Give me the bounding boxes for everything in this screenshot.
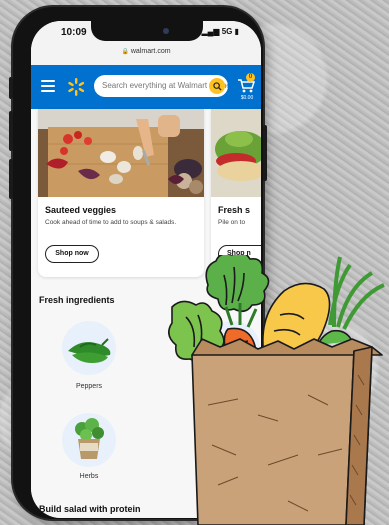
search-bar[interactable]: Search everything at Walmart online and …: [94, 75, 228, 97]
card-title: Sauteed veggies: [45, 205, 117, 215]
lock-icon: 🔒: [121, 49, 129, 55]
cart-price: $0.00: [240, 95, 254, 101]
peppers-image: [68, 338, 111, 363]
network-label: 5G: [221, 27, 233, 36]
hamburger-menu-icon[interactable]: [41, 80, 55, 92]
recipe-card-sauteed-veggies[interactable]: Sauteed veggies Cook ahead of time to ad…: [38, 109, 204, 277]
section-title-build-salad: Build salad with protein: [39, 504, 141, 514]
herbs-image-circle: [62, 413, 116, 467]
walmart-spark-logo-icon[interactable]: [66, 77, 86, 97]
card-subtitle: Pile on to: [218, 219, 246, 226]
url-bar[interactable]: 🔒 walmart.com: [31, 48, 261, 55]
cart-button[interactable]: 0 $0.00: [235, 73, 257, 103]
signal-icon: ▂▄▆: [201, 27, 220, 36]
status-time: 10:09: [61, 27, 87, 38]
ingredient-label: Herbs: [79, 473, 99, 480]
notch: [91, 21, 203, 41]
volume-down-button: [9, 159, 13, 199]
status-bar: 10:09 ▂▄▆ 5G ▮ 🔒 walmart.com: [31, 21, 261, 65]
app-header: Search everything at Walmart online and …: [31, 65, 261, 109]
section-title-fresh-ingredients: Fresh ingredients: [39, 295, 115, 305]
search-icon: [212, 81, 222, 91]
battery-icon: ▮: [234, 27, 239, 36]
search-button[interactable]: [209, 78, 225, 94]
cart-count-badge: 0: [246, 73, 255, 82]
peppers-image-circle: [62, 321, 116, 375]
volume-up-button: [9, 111, 13, 151]
grocery-bag-illustration: [168, 255, 385, 525]
sauteed-veggies-image: [38, 109, 204, 197]
status-indicators: ▂▄▆ 5G ▮: [201, 27, 239, 36]
ingredient-label: Peppers: [75, 383, 103, 390]
herbs-image: [75, 418, 104, 459]
card-subtitle: Cook ahead of time to add to soups & sal…: [45, 219, 177, 226]
mute-switch: [9, 77, 13, 99]
url-text: walmart.com: [130, 48, 171, 55]
card-title: Fresh s: [218, 205, 251, 215]
camera-icon: [163, 28, 169, 34]
power-button: [263, 125, 267, 181]
shop-now-button[interactable]: Shop now: [45, 245, 99, 263]
fresh-salad-image: [211, 109, 261, 197]
recipe-card-fresh-salad[interactable]: Fresh s Pile on to Shop n: [211, 109, 261, 277]
